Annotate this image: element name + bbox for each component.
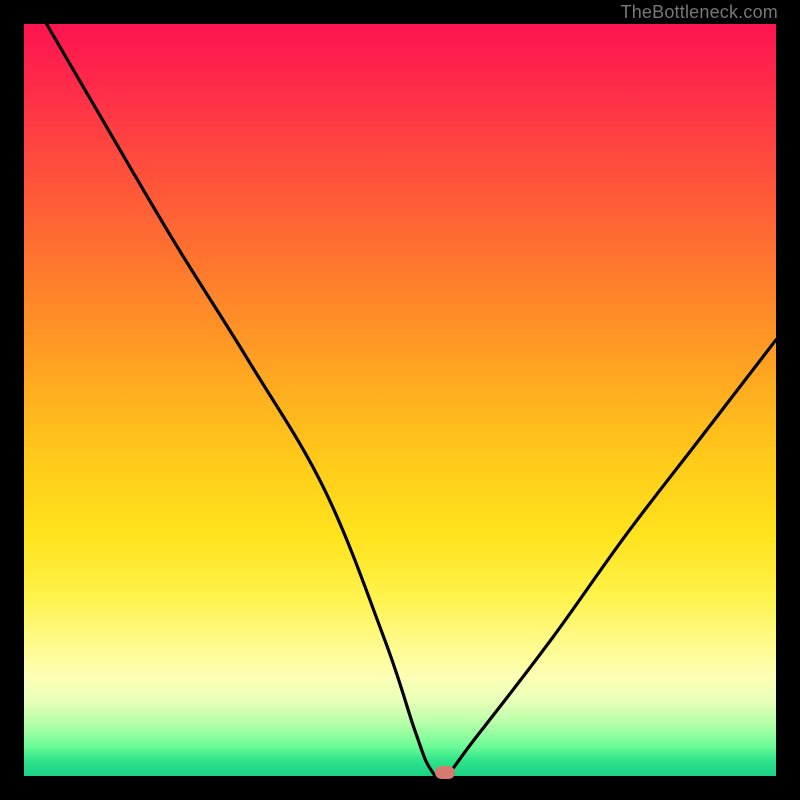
chart-plot-area <box>24 24 776 776</box>
bottleneck-curve <box>24 24 776 776</box>
curve-path <box>47 24 776 776</box>
attribution-label: TheBottleneck.com <box>621 2 778 23</box>
optimal-point-marker <box>435 766 455 779</box>
chart-frame: TheBottleneck.com <box>0 0 800 800</box>
